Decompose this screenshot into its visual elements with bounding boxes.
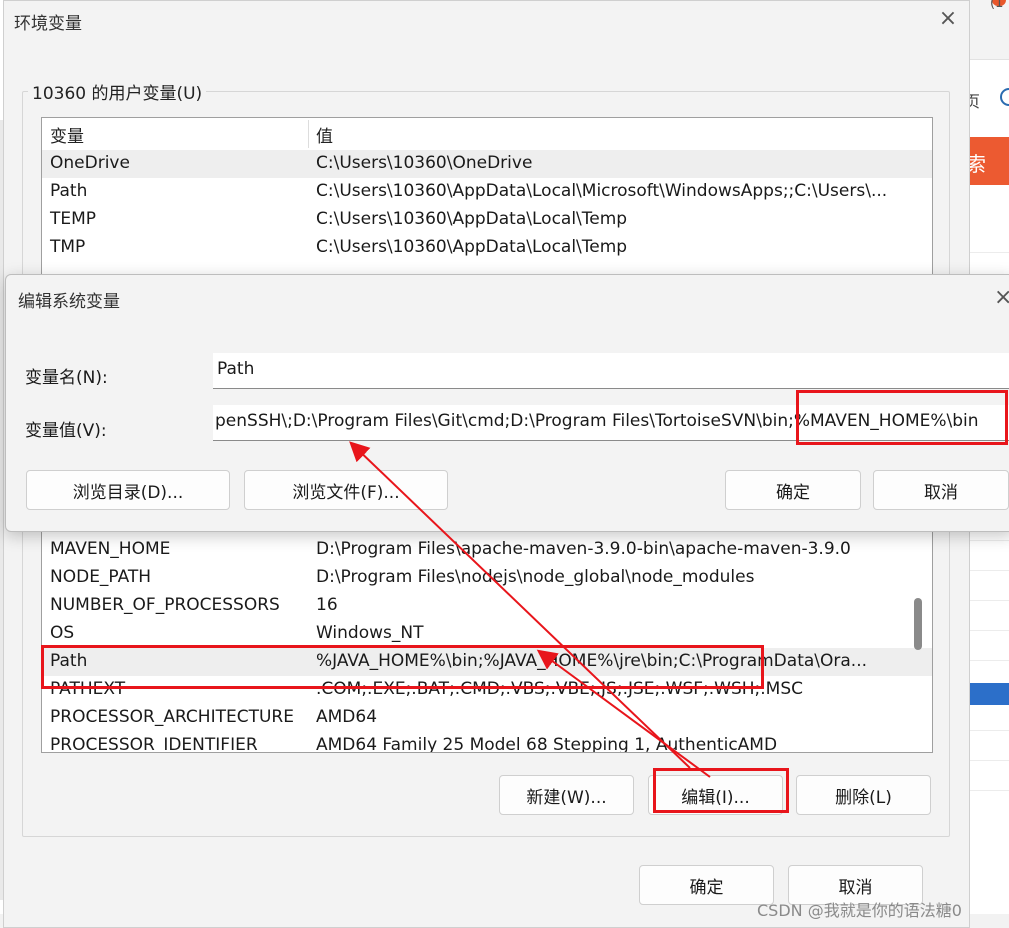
table-row[interactable]: MAVEN_HOME D:\Program Files\apache-maven… (42, 536, 932, 564)
divider (970, 660, 1009, 661)
variable-name-field[interactable]: Path (213, 353, 1009, 389)
table-row[interactable]: PATHEXT .COM;.EXE;.BAT;.CMD;.VBS;.VBE;.J… (42, 676, 932, 704)
column-separator[interactable] (308, 120, 309, 148)
divider (970, 570, 1009, 571)
divider (970, 760, 1009, 761)
variable-value: D:\Program Files\apache-maven-3.9.0-bin\… (316, 539, 851, 559)
variable-value-label: 变量值(V): (25, 421, 107, 441)
divider (970, 790, 1009, 791)
edit-ok-button[interactable]: 确定 (725, 470, 861, 510)
divider (970, 600, 1009, 601)
browse-directory-button[interactable]: 浏览目录(D)... (26, 470, 230, 510)
table-row-selected[interactable]: Path %JAVA_HOME%\bin;%JAVA_HOME%\jre\bin… (42, 648, 932, 676)
divider (970, 630, 1009, 631)
table-row[interactable]: NUMBER_OF_PROCESSORS 16 (42, 592, 932, 620)
table-row[interactable]: TEMP C:\Users\10360\AppData\Local\Temp (42, 206, 932, 234)
variable-name: PROCESSOR_IDENTIFIER (50, 735, 258, 753)
variable-name: MAVEN_HOME (50, 539, 171, 559)
edit-variable-button[interactable]: 编辑(I)... (648, 775, 783, 815)
delete-variable-button[interactable]: 删除(L) (796, 775, 931, 815)
system-variables-list[interactable]: MAVEN_HOME D:\Program Files\apache-maven… (41, 501, 933, 753)
variable-value-field[interactable]: penSSH\;D:\Program Files\Git\cmd;D:\Prog… (213, 405, 1009, 441)
variable-value: Windows_NT (316, 623, 424, 643)
table-row[interactable]: TMP C:\Users\10360\AppData\Local\Temp (42, 234, 932, 262)
variable-name: TEMP (50, 209, 97, 229)
variable-name: Path (50, 651, 88, 671)
variable-name: NODE_PATH (50, 567, 152, 587)
browser-highlight-bar (970, 683, 1009, 705)
user-variables-list[interactable]: 变量 值 OneDrive C:\Users\10360\OneDrive Pa… (41, 117, 933, 283)
variable-value: .COM;.EXE;.BAT;.CMD;.VBS;.VBE;.JS;.JSE;.… (316, 679, 804, 699)
divider (970, 252, 1009, 253)
table-row[interactable]: OneDrive C:\Users\10360\OneDrive (42, 150, 932, 178)
table-row[interactable]: NODE_PATH D:\Program Files\nodejs\node_g… (42, 564, 932, 592)
variable-value: C:\Users\10360\AppData\Local\Temp (316, 237, 628, 257)
ok-button[interactable]: 确定 (639, 865, 774, 905)
variable-name: PATHEXT (50, 679, 126, 699)
close-icon[interactable]: × (994, 285, 1009, 310)
table-row[interactable]: OS Windows_NT (42, 620, 932, 648)
variable-name: NUMBER_OF_PROCESSORS (50, 595, 280, 615)
variable-name: OS (50, 623, 75, 643)
variable-value: C:\Users\10360\OneDrive (316, 153, 533, 173)
scrollbar-thumb[interactable] (914, 598, 922, 650)
user-variables-label: 10360 的用户变量(U) (28, 79, 207, 104)
variable-value-text: penSSH\;D:\Program Files\Git\cmd;D:\Prog… (215, 411, 979, 431)
list-header: 变量 值 (42, 118, 932, 148)
column-header-value[interactable]: 值 (316, 122, 333, 147)
variable-name: TMP (50, 237, 86, 257)
variable-name-label: 变量名(N): (25, 368, 108, 388)
dialog-title: 环境变量 (14, 14, 82, 34)
column-header-variable[interactable]: 变量 (50, 122, 84, 147)
variable-name-value: Path (217, 359, 255, 379)
variable-value: AMD64 (316, 707, 378, 727)
divider (970, 730, 1009, 731)
variable-name: Path (50, 181, 88, 201)
variable-value: C:\Users\10360\AppData\Local\Temp (316, 209, 628, 229)
variable-value: %JAVA_HOME%\bin;%JAVA_HOME%\jre\bin;C:\P… (316, 651, 867, 671)
new-variable-button[interactable]: 新建(W)... (499, 775, 634, 815)
variable-name: OneDrive (50, 153, 130, 173)
edit-system-variable-dialog: 编辑系统变量 × 变量名(N): Path 变量值(V): penSSH\;D:… (5, 274, 1009, 532)
edit-cancel-button[interactable]: 取消 (873, 470, 1009, 510)
browse-file-button[interactable]: 浏览文件(F)... (244, 470, 448, 510)
variable-value: C:\Users\10360\AppData\Local\Microsoft\W… (316, 181, 888, 201)
variable-value: D:\Program Files\nodejs\node_global\node… (316, 567, 755, 587)
variable-name: PROCESSOR_ARCHITECTURE (50, 707, 294, 727)
table-row[interactable]: PROCESSOR_ARCHITECTURE AMD64 (42, 704, 932, 732)
table-row[interactable]: PROCESSOR_IDENTIFIER AMD64 Family 25 Mod… (42, 732, 932, 753)
divider (970, 540, 1009, 541)
watermark: CSDN @我就是你的语法糖0 (757, 901, 962, 920)
variable-value: 16 (316, 595, 338, 615)
refresh-icon[interactable] (1000, 88, 1009, 106)
variable-value: AMD64 Family 25 Model 68 Stepping 1, Aut… (316, 735, 778, 753)
browser-top-text: (1 (990, 0, 1004, 11)
dialog-title: 编辑系统变量 (18, 292, 120, 312)
close-icon[interactable]: × (936, 7, 960, 31)
table-row[interactable]: Path C:\Users\10360\AppData\Local\Micros… (42, 178, 932, 206)
